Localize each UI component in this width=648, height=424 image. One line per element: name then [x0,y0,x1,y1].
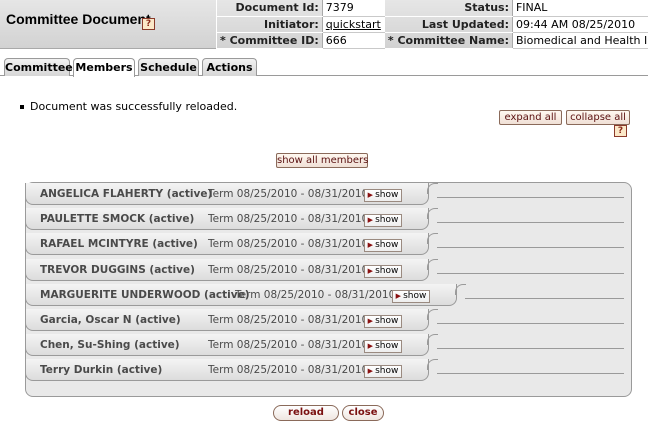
show-label: show [375,240,399,251]
show-label: show [375,341,399,352]
show-member-button[interactable]: ▶ show [364,264,402,278]
member-row-header: Chen, Su-Shing (active) Term 08/25/2010 -… [25,334,438,357]
show-member-button[interactable]: ▶ show [364,315,402,328]
document-header: Committee Document ? Document Id: 7379 S… [0,0,648,49]
member-row: MARGUERITE UNDERWOOD (active) Term 08/25/… [25,283,632,310]
member-name: Garcia, Oscar N (active) [40,314,181,326]
row-divider [437,272,624,274]
triangle-right-icon: ▶ [367,317,374,325]
member-row-header: TREVOR DUGGINS (active) Term 08/25/2010 -… [25,258,438,281]
committee-id-value: 666 [321,32,385,49]
row-divider [437,247,624,249]
committee-name-label: * Committee Name: [383,32,513,49]
status-label: Status: [383,0,513,17]
show-label: show [375,215,399,226]
row-divider [465,297,624,299]
member-name: MARGUERITE UNDERWOOD (active) [40,288,250,301]
show-member-button[interactable]: ▶ show [364,365,402,379]
member-name: TREVOR DUGGINS (active) [40,263,195,276]
triangle-right-icon: ▶ [367,216,374,225]
help-icon[interactable]: ? [614,125,627,137]
initiator-link[interactable]: quickstart [326,18,381,31]
row-divider [437,323,624,324]
member-term: Term 08/25/2010 - 08/31/2010 [208,213,369,226]
show-label: show [375,265,399,276]
initiator-value[interactable]: quickstart [321,16,385,33]
member-name: PAULETTE SMOCK (active) [40,213,195,226]
document-id-value: 7379 [321,0,385,17]
member-row: ANGELICA FLAHERTY (active) Term 08/25/201… [25,183,632,209]
show-member-button[interactable]: ▶ show [364,239,402,253]
page-title: Committee Document [6,11,151,27]
committee-id-label: * Committee ID: [216,32,323,49]
member-row-header: MARGUERITE UNDERWOOD (active) Term 08/25/… [25,283,466,306]
tab-committee[interactable]: Committee [4,58,73,76]
row-divider [437,373,624,375]
tab-schedule[interactable]: Schedule [138,58,199,76]
show-member-button[interactable]: ▶ show [364,214,402,228]
member-term: Term 08/25/2010 - 08/31/2010 [208,339,369,352]
show-label: show [403,290,427,301]
member-term: Term 08/25/2010 - 08/31/2010 [208,364,369,377]
member-term: Term 08/25/2010 - 08/31/2010 [208,238,369,251]
member-row: Terry Durkin (active) Term 08/25/2010 - 0… [25,359,632,385]
help-icon[interactable]: ? [142,18,155,30]
expand-all-button[interactable]: expand all [499,110,562,125]
status-message: Document was successfully reloaded. [20,100,237,113]
show-member-button[interactable]: ▶ show [364,340,402,354]
member-row-header: Terry Durkin (active) Term 08/25/2010 - 0… [25,359,438,382]
member-name: Chen, Su-Shing (active) [40,339,180,352]
member-term: Term 08/25/2010 - 08/31/2010 [208,263,369,276]
document-info-table: Document Id: 7379 Status: FINAL Initiato… [216,0,648,49]
row-divider [437,222,624,224]
show-all-members-button[interactable]: show all members [276,153,368,168]
member-row: PAULETTE SMOCK (active) Term 08/25/2010 -… [25,208,632,234]
triangle-right-icon: ▶ [367,342,374,351]
member-row: Garcia, Oscar N (active) Term 08/25/2010 … [25,309,632,335]
triangle-right-icon: ▶ [367,266,374,275]
reload-button[interactable]: reload [273,405,339,421]
tab-actions[interactable]: Actions [202,58,257,76]
triangle-right-icon: ▶ [367,241,374,250]
triangle-right-icon: ▶ [367,191,374,199]
member-row: TREVOR DUGGINS (active) Term 08/25/2010 -… [25,258,632,285]
last-updated-value: 09:44 AM 08/25/2010 [511,16,648,33]
member-row-header: PAULETTE SMOCK (active) Term 08/25/2010 -… [25,208,438,231]
member-name: RAFAEL MCINTYRE (active) [40,238,198,251]
member-name: ANGELICA FLAHERTY (active) [40,188,213,200]
show-member-button[interactable]: ▶ show [392,289,430,303]
show-label: show [375,190,399,200]
triangle-right-icon: ▶ [395,291,402,300]
document-id-label: Document Id: [216,0,323,17]
show-member-button[interactable]: ▶ show [364,189,402,202]
show-label: show [375,316,399,326]
committee-name-value: Biomedical and Health IRB [511,32,648,49]
member-row: RAFAEL MCINTYRE (active) Term 08/25/2010 … [25,233,632,259]
collapse-all-button[interactable]: collapse all [566,110,630,125]
message-text: Document was successfully reloaded. [30,100,238,113]
member-term: Term 08/25/2010 - 08/31/2010 [235,288,396,301]
row-divider [437,197,624,198]
close-button[interactable]: close [342,405,384,421]
initiator-label: Initiator: [216,16,323,33]
row-divider [437,348,624,350]
tab-bar: Committee Members Schedule Actions [0,50,648,77]
member-name: Terry Durkin (active) [40,364,163,377]
member-row-header: ANGELICA FLAHERTY (active) Term 08/25/201… [25,183,438,205]
status-value: FINAL [511,0,648,17]
member-row: Chen, Su-Shing (active) Term 08/25/2010 -… [25,334,632,360]
bullet-icon [20,105,24,109]
triangle-right-icon: ▶ [367,367,374,376]
last-updated-label: Last Updated: [383,16,513,33]
member-term: Term 08/25/2010 - 08/31/2010 [208,314,369,326]
show-label: show [375,366,399,377]
member-row-header: RAFAEL MCINTYRE (active) Term 08/25/2010 … [25,233,438,256]
tab-members[interactable]: Members [73,58,135,77]
member-term: Term 08/25/2010 - 08/31/2010 [208,188,369,200]
member-row-header: Garcia, Oscar N (active) Term 08/25/2010 … [25,309,438,331]
